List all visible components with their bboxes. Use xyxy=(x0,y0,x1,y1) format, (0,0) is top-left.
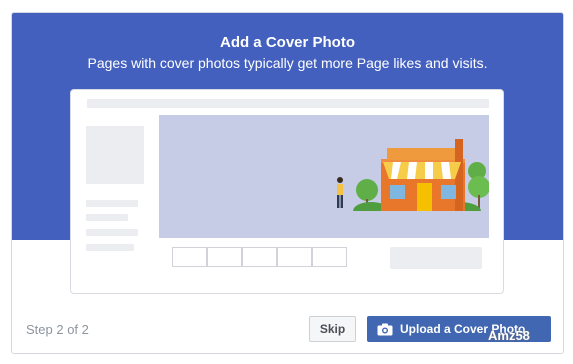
step-indicator: Step 2 of 2 xyxy=(26,322,89,337)
preview-nav-line xyxy=(86,229,138,236)
store-window xyxy=(390,185,405,199)
watermark-text: Amz58 xyxy=(488,328,530,343)
store-door xyxy=(417,183,432,212)
preview-cover-area xyxy=(159,115,489,238)
preview-tab-placeholder xyxy=(207,247,242,267)
skip-button[interactable]: Skip xyxy=(309,316,356,342)
page-preview-illustration xyxy=(70,89,504,294)
tree xyxy=(356,179,378,201)
preview-top-bar xyxy=(87,99,489,108)
store-window xyxy=(441,185,456,199)
preview-nav-line xyxy=(86,214,128,221)
preview-profile-picture-placeholder xyxy=(86,126,144,184)
preview-tab-placeholder xyxy=(172,247,207,267)
preview-nav-line xyxy=(86,244,134,251)
storefront-illustration xyxy=(159,139,489,238)
person-figure xyxy=(337,177,343,208)
preview-tab-placeholder xyxy=(312,247,347,267)
preview-nav-line xyxy=(86,200,138,207)
store-sign xyxy=(387,148,459,160)
camera-icon xyxy=(377,323,393,336)
cover-photo-dialog: Add a Cover Photo Pages with cover photo… xyxy=(11,12,564,354)
preview-tab-placeholder xyxy=(242,247,277,267)
preview-tab-placeholder xyxy=(277,247,312,267)
dialog-subtitle: Pages with cover photos typically get mo… xyxy=(87,55,488,71)
skip-button-label: Skip xyxy=(319,322,346,336)
dialog-title: Add a Cover Photo xyxy=(219,34,355,51)
preview-action-placeholder xyxy=(390,247,482,269)
